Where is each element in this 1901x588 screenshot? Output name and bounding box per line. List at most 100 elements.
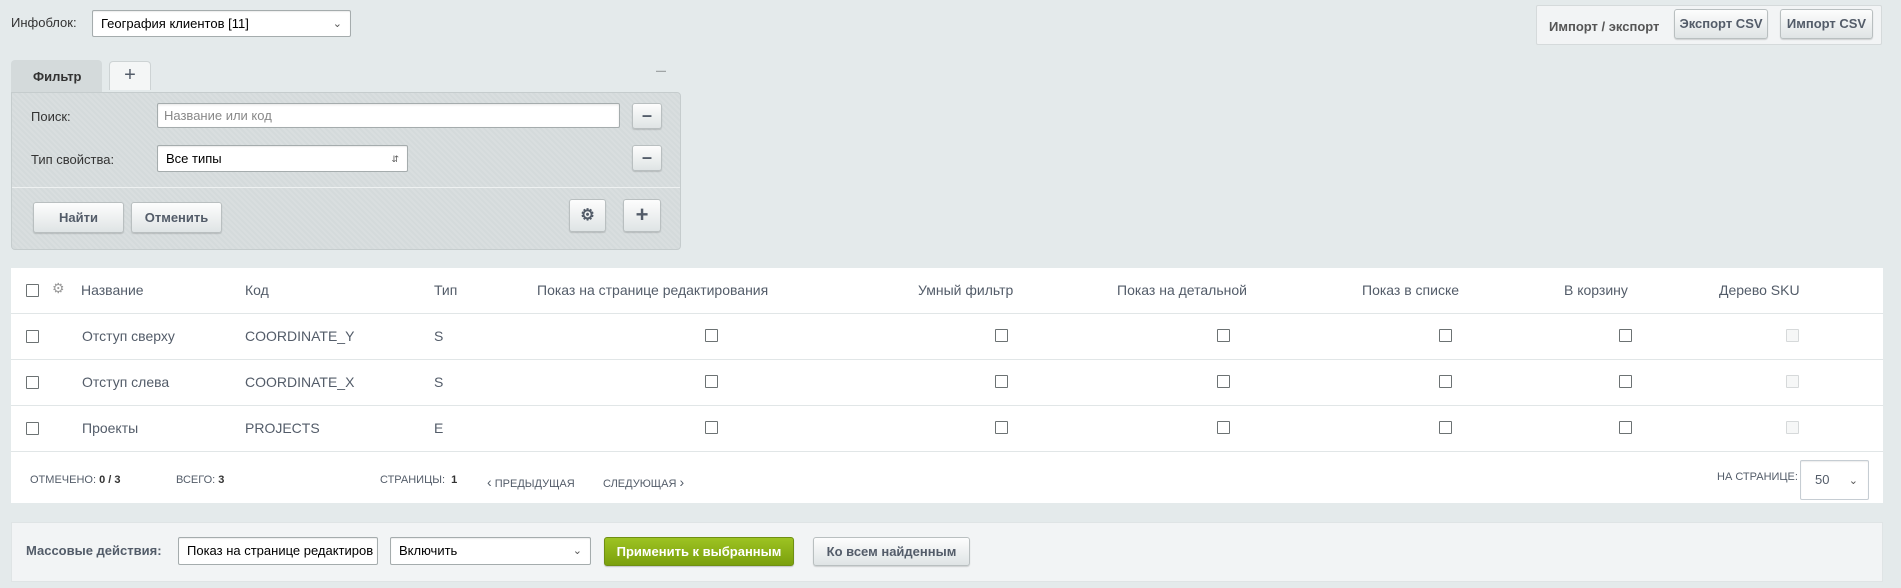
mass-action-value: Показ на странице редактиров	[187, 543, 374, 558]
remove-type-field-button[interactable]: –	[632, 145, 662, 171]
col-type[interactable]: Тип	[434, 282, 457, 298]
mass-actions-label: Массовые действия:	[26, 543, 162, 558]
import-export-panel: Импорт / экспорт Экспорт CSV Импорт CSV	[1536, 5, 1882, 45]
mass-mode-value: Включить	[399, 543, 458, 558]
sku-tree-checkbox	[1786, 329, 1799, 342]
col-show-edit[interactable]: Показ на странице редактирования	[537, 282, 768, 298]
row-code: PROJECTS	[245, 420, 320, 436]
filter-panel: Поиск: Название или код – Тип свойства: …	[11, 92, 681, 250]
sku-tree-checkbox	[1786, 375, 1799, 388]
add-filter-tab-button[interactable]: +	[109, 61, 151, 90]
apply-to-all-found-button[interactable]: Ко всем найденным	[813, 537, 970, 566]
gear-icon[interactable]: ⚙	[52, 280, 65, 297]
gear-icon: ⚙	[580, 207, 595, 224]
search-input[interactable]: Название или код	[157, 103, 620, 128]
minimize-icon[interactable]: –	[656, 61, 672, 79]
iblock-select[interactable]: География клиентов [11] ⌄	[92, 10, 351, 37]
show-list-checkbox[interactable]	[1439, 375, 1452, 388]
add-field-button[interactable]: +	[623, 199, 661, 232]
show-detail-checkbox[interactable]	[1217, 329, 1230, 342]
sku-tree-checkbox	[1786, 421, 1799, 434]
plus-icon: +	[124, 64, 136, 86]
pages-label: СТРАНИЦЫ:	[380, 474, 446, 486]
col-to-basket[interactable]: В корзину	[1564, 282, 1628, 298]
export-csv-button[interactable]: Экспорт CSV	[1674, 9, 1768, 39]
per-page-label: НА СТРАНИЦЕ:	[1717, 471, 1798, 483]
iblock-select-value: География клиентов [11]	[101, 16, 249, 31]
remove-search-field-button[interactable]: –	[632, 103, 662, 129]
type-select[interactable]: Все типы ⇵	[157, 145, 408, 172]
total-value: 3	[218, 474, 225, 486]
col-name[interactable]: Название	[81, 282, 144, 298]
mass-actions-panel: Массовые действия: Показ на странице ред…	[11, 522, 1883, 582]
filter-divider	[12, 187, 680, 188]
import-export-label: Импорт / экспорт	[1549, 19, 1660, 34]
selected-count: ОТМЕЧЕНО: 0 / 3	[30, 474, 120, 486]
show-list-checkbox[interactable]	[1439, 329, 1452, 342]
col-code[interactable]: Код	[245, 282, 269, 298]
pages: СТРАНИЦЫ: 1	[380, 474, 457, 486]
mass-mode-select[interactable]: Включить ⌄	[390, 537, 591, 565]
row-type: S	[434, 328, 444, 344]
search-label: Поиск:	[31, 109, 71, 124]
col-show-detail[interactable]: Показ на детальной	[1117, 282, 1247, 298]
show-detail-checkbox[interactable]	[1217, 421, 1230, 434]
smart-filter-checkbox[interactable]	[995, 375, 1008, 388]
type-select-value: Все типы	[166, 151, 222, 166]
select-all-checkbox[interactable]	[26, 284, 39, 297]
show-edit-checkbox[interactable]	[705, 421, 718, 434]
chevron-down-icon: ⌄	[1848, 475, 1858, 487]
col-show-list[interactable]: Показ в списке	[1362, 282, 1459, 298]
chevron-down-icon: ⌄	[332, 18, 342, 30]
filter-settings-button[interactable]: ⚙	[569, 199, 606, 232]
type-label: Тип свойства:	[31, 152, 115, 167]
row-divider	[11, 359, 1883, 360]
row-checkbox[interactable]	[26, 330, 39, 343]
page-number[interactable]: 1	[451, 474, 457, 486]
to-basket-checkbox[interactable]	[1619, 329, 1632, 342]
mass-action-select[interactable]: Показ на странице редактиров	[178, 537, 378, 565]
row-name[interactable]: Отступ слева	[82, 374, 169, 390]
to-basket-checkbox[interactable]	[1619, 375, 1632, 388]
total-label: ВСЕГО:	[176, 474, 216, 486]
show-list-checkbox[interactable]	[1439, 421, 1452, 434]
cancel-button[interactable]: Отменить	[131, 202, 222, 233]
plus-icon: +	[635, 202, 649, 227]
row-divider	[11, 313, 1883, 314]
minus-icon: –	[641, 105, 652, 125]
properties-grid: ⚙ Название Код Тип Показ на странице ред…	[11, 268, 1883, 503]
prev-page-link[interactable]: ‹ ПРЕДЫДУЩАЯ	[487, 474, 575, 490]
row-code: COORDINATE_Y	[245, 328, 355, 344]
row-code: COORDINATE_X	[245, 374, 355, 390]
per-page-select[interactable]: 50 ⌄	[1800, 460, 1869, 500]
row-type: E	[434, 420, 444, 436]
per-page-value: 50	[1815, 472, 1830, 487]
show-detail-checkbox[interactable]	[1217, 375, 1230, 388]
selected-label: ОТМЕЧЕНО:	[30, 474, 96, 486]
row-divider	[11, 451, 1883, 452]
minus-icon: –	[641, 147, 652, 167]
next-label: СЛЕДУЮЩАЯ	[603, 478, 677, 490]
smart-filter-checkbox[interactable]	[995, 329, 1008, 342]
selected-value: 0 / 3	[99, 474, 121, 486]
to-basket-checkbox[interactable]	[1619, 421, 1632, 434]
show-edit-checkbox[interactable]	[705, 329, 718, 342]
row-checkbox[interactable]	[26, 422, 39, 435]
row-checkbox[interactable]	[26, 376, 39, 389]
row-name[interactable]: Отступ сверху	[82, 328, 175, 344]
import-csv-button[interactable]: Импорт CSV	[1780, 9, 1873, 39]
tab-filter[interactable]: Фильтр	[11, 60, 102, 92]
next-page-link[interactable]: СЛЕДУЮЩАЯ ›	[603, 474, 684, 490]
show-edit-checkbox[interactable]	[705, 375, 718, 388]
col-smart-filter[interactable]: Умный фильтр	[918, 282, 1013, 298]
chevron-right-icon: ›	[679, 474, 685, 490]
row-divider	[11, 405, 1883, 406]
apply-to-selected-button[interactable]: Применить к выбранным	[604, 537, 794, 566]
row-name[interactable]: Проекты	[82, 420, 138, 436]
iblock-label: Инфоблок:	[11, 15, 77, 30]
find-button[interactable]: Найти	[33, 202, 124, 233]
col-sku-tree[interactable]: Дерево SKU	[1719, 282, 1800, 298]
row-type: S	[434, 374, 444, 390]
smart-filter-checkbox[interactable]	[995, 421, 1008, 434]
updown-icon: ⇵	[391, 154, 399, 164]
